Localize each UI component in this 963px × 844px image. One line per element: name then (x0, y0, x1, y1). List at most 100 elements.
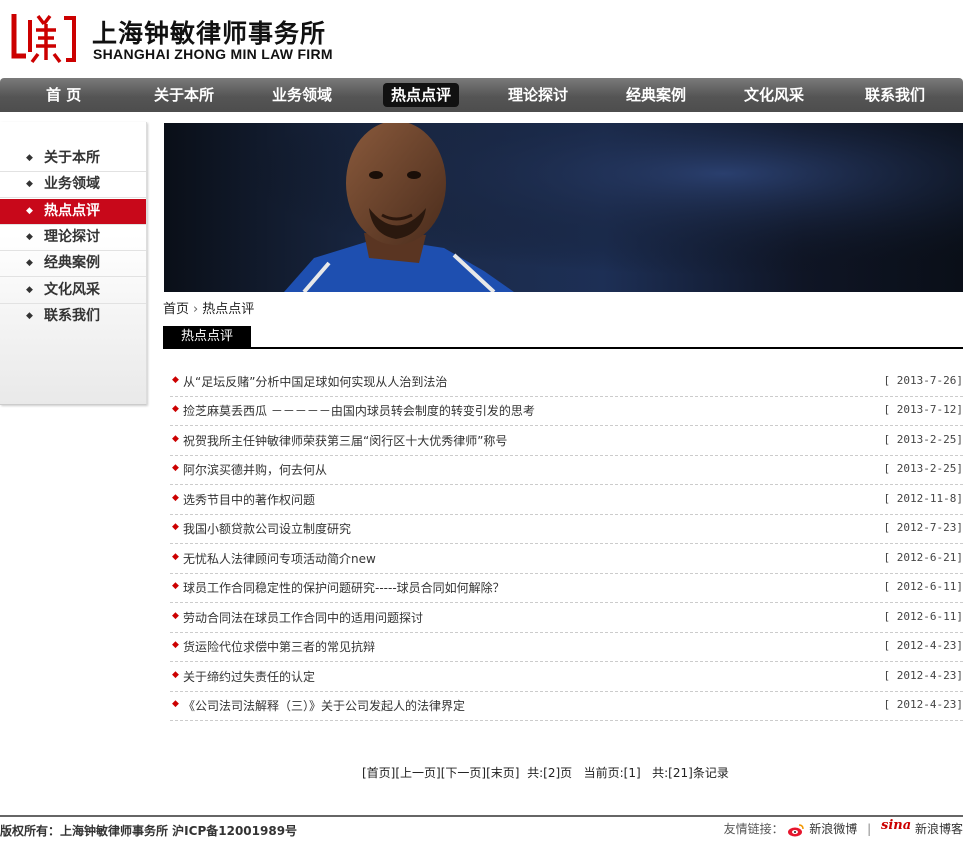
bullet-icon: ◆ (172, 581, 179, 591)
pager-total-records: 共:[21]条记录 (652, 766, 729, 780)
banner-image (164, 123, 963, 292)
sidebar-item-label: 文化风采 (44, 282, 100, 298)
friend-link-weibo[interactable]: 新浪微博 (809, 822, 857, 836)
sidebar: ◆ 关于本所 ◆ 业务领域 ◆ 热点点评 ◆ 理论探讨 ◆ 经典案例 ◆ 文化风… (0, 122, 147, 405)
bullet-icon: ◆ (26, 179, 33, 189)
news-title-link[interactable]: 选秀节目中的著作权问题 (183, 491, 315, 508)
nav-item-contact[interactable]: 联系我们 (857, 83, 933, 107)
bullet-icon: ◆ (172, 522, 179, 532)
breadcrumb-home[interactable]: 首页 (163, 302, 189, 317)
sina-icon: sina (881, 818, 912, 833)
news-date: [ 2013-2-25] (883, 433, 963, 446)
breadcrumb-separator-icon: › (193, 302, 199, 317)
news-date: [ 2012-7-23] (883, 521, 963, 534)
news-title-link[interactable]: 从“足坛反赌”分析中国足球如何实现从人治到法治 (183, 373, 447, 390)
sidebar-item-label: 联系我们 (44, 308, 100, 324)
nav-item-cases[interactable]: 经典案例 (618, 83, 694, 107)
bullet-icon: ◆ (172, 699, 179, 709)
news-date: [ 2012-4-23] (883, 698, 963, 711)
news-title-link[interactable]: 阿尔滨买德并购，何去何从 (183, 461, 327, 478)
logo-chinese-name: 上海钟敏律师事务所 (92, 19, 327, 48)
logo-english-name: SHANGHAI ZHONG MIN LAW FIRM (93, 46, 333, 62)
list-item: ◆ 选秀节目中的著作权问题 [ 2012-11-8] (170, 485, 963, 515)
list-item: ◆ 《公司法司法解释（三）》关于公司发起人的法律界定 [ 2012-4-23] (170, 691, 963, 721)
bullet-icon: ◆ (172, 670, 179, 680)
bullet-icon: ◆ (172, 434, 179, 444)
sidebar-item-culture[interactable]: ◆ 文化风采 (0, 278, 146, 304)
nav-item-practice-areas[interactable]: 业务领域 (264, 83, 340, 107)
main-nav: 首 页 关于本所 业务领域 热点点评 理论探讨 经典案例 文化风采 联系我们 (0, 78, 963, 112)
news-date: [ 2013-7-26] (883, 374, 963, 387)
sidebar-item-label: 业务领域 (44, 176, 100, 192)
sidebar-item-label: 经典案例 (44, 255, 100, 271)
nav-item-culture[interactable]: 文化风采 (736, 83, 812, 107)
pager-prev-link[interactable]: [上一页] (395, 766, 440, 780)
news-title-link[interactable]: 关于缔约过失责任的认定 (183, 668, 315, 685)
news-title-link[interactable]: 祝贺我所主任钟敏律师荣获第三届“闵行区十大优秀律师”称号 (183, 432, 507, 449)
bullet-icon: ◆ (26, 258, 33, 268)
news-date: [ 2012-4-23] (883, 669, 963, 682)
list-item: ◆ 无忧私人法律顾问专项活动简介new [ 2012-6-21] (170, 544, 963, 574)
news-title-link[interactable]: 货运险代位求偿中第三者的常见抗辩 (183, 638, 375, 655)
breadcrumb-current: 热点点评 (202, 302, 255, 317)
sidebar-item-label: 理论探讨 (44, 229, 100, 245)
news-title-link[interactable]: 我国小额贷款公司设立制度研究 (183, 520, 351, 537)
friend-link-sina-blog[interactable]: 新浪博客 (915, 822, 963, 836)
weibo-icon (788, 823, 805, 836)
pager-current-page: 当前页:[1] (583, 766, 641, 780)
sidebar-item-contact[interactable]: ◆ 联系我们 (0, 304, 146, 329)
list-item: ◆ 阿尔滨买德并购，何去何从 [ 2013-2-25] (170, 455, 963, 485)
list-item: ◆ 货运险代位求偿中第三者的常见抗辩 [ 2012-4-23] (170, 632, 963, 662)
news-title-link[interactable]: 《公司法司法解释（三）》关于公司发起人的法律界定 (183, 697, 465, 714)
nav-item-home[interactable]: 首 页 (38, 83, 89, 107)
news-title-link[interactable]: 无忧私人法律顾问专项活动简介new (183, 550, 376, 567)
list-item: ◆ 从“足坛反赌”分析中国足球如何实现从人治到法治 [ 2013-7-26] (170, 367, 963, 397)
bullet-icon: ◆ (26, 285, 33, 295)
pagination: [首页][上一页][下一页][末页] 共:[2]页 当前页:[1] 共:[21]… (362, 764, 729, 781)
list-item: ◆ 我国小额贷款公司设立制度研究 [ 2012-7-23] (170, 514, 963, 544)
news-date: [ 2013-7-12] (883, 403, 963, 416)
logo-seal-icon[interactable] (8, 10, 80, 64)
footer-divider (0, 815, 963, 817)
bullet-icon: ◆ (26, 206, 33, 216)
list-item: ◆ 劳动合同法在球员工作合同中的适用问题探讨 [ 2012-6-11] (170, 603, 963, 633)
bullet-icon: ◆ (172, 640, 179, 650)
bullet-icon: ◆ (172, 552, 179, 562)
nav-item-hot-topics[interactable]: 热点点评 (383, 83, 460, 107)
bullet-icon: ◆ (172, 375, 179, 385)
sidebar-item-label: 热点点评 (44, 203, 100, 219)
copyright-text: 版权所有：上海钟敏律师事务所 沪ICP备12001989号 (0, 824, 298, 838)
friend-links-label: 友情链接： (723, 822, 784, 836)
news-title-link[interactable]: 球员工作合同稳定性的保护问题研究-----球员合同如何解除？ (183, 579, 505, 596)
breadcrumb: 首页 › 热点点评 (163, 298, 254, 317)
news-date: [ 2012-6-11] (883, 580, 963, 593)
bullet-icon: ◆ (172, 493, 179, 503)
nav-item-about[interactable]: 关于本所 (146, 83, 222, 107)
nav-item-theory[interactable]: 理论探讨 (500, 83, 576, 107)
friend-links-divider: | (867, 822, 872, 836)
list-item: ◆ 捡芝麻莫丢西瓜 －－－－－由国内球员转会制度的转变引发的思考 [ 2013-… (170, 396, 963, 426)
news-title-link[interactable]: 劳动合同法在球员工作合同中的适用问题探讨 (183, 609, 423, 626)
sidebar-item-theory[interactable]: ◆ 理论探讨 (0, 225, 146, 251)
sidebar-item-about[interactable]: ◆ 关于本所 (0, 146, 146, 172)
pager-first-link[interactable]: [首页] (362, 766, 395, 780)
pager-next-link[interactable]: [下一页] (441, 766, 486, 780)
sidebar-item-cases[interactable]: ◆ 经典案例 (0, 251, 146, 277)
news-date: [ 2012-6-21] (883, 551, 963, 564)
bullet-icon: ◆ (172, 611, 179, 621)
news-date: [ 2013-2-25] (883, 462, 963, 475)
sidebar-item-practice-areas[interactable]: ◆ 业务领域 (0, 172, 146, 198)
news-date: [ 2012-6-11] (883, 610, 963, 623)
section-divider (163, 347, 963, 349)
list-item: ◆ 祝贺我所主任钟敏律师荣获第三届“闵行区十大优秀律师”称号 [ 2013-2-… (170, 426, 963, 456)
news-date: [ 2012-11-8] (883, 492, 963, 505)
sidebar-item-label: 关于本所 (44, 150, 100, 166)
news-title-link[interactable]: 捡芝麻莫丢西瓜 －－－－－由国内球员转会制度的转变引发的思考 (183, 402, 535, 419)
bullet-icon: ◆ (172, 463, 179, 473)
pager-total-pages: 共:[2]页 (527, 766, 573, 780)
pager-last-link[interactable]: [末页] (486, 766, 519, 780)
news-date: [ 2012-4-23] (883, 639, 963, 652)
sidebar-item-hot-topics[interactable]: ◆ 热点点评 (0, 199, 146, 225)
bullet-icon: ◆ (26, 153, 33, 163)
site-header: 上海钟敏律师事务所 SHANGHAI ZHONG MIN LAW FIRM (0, 0, 963, 76)
